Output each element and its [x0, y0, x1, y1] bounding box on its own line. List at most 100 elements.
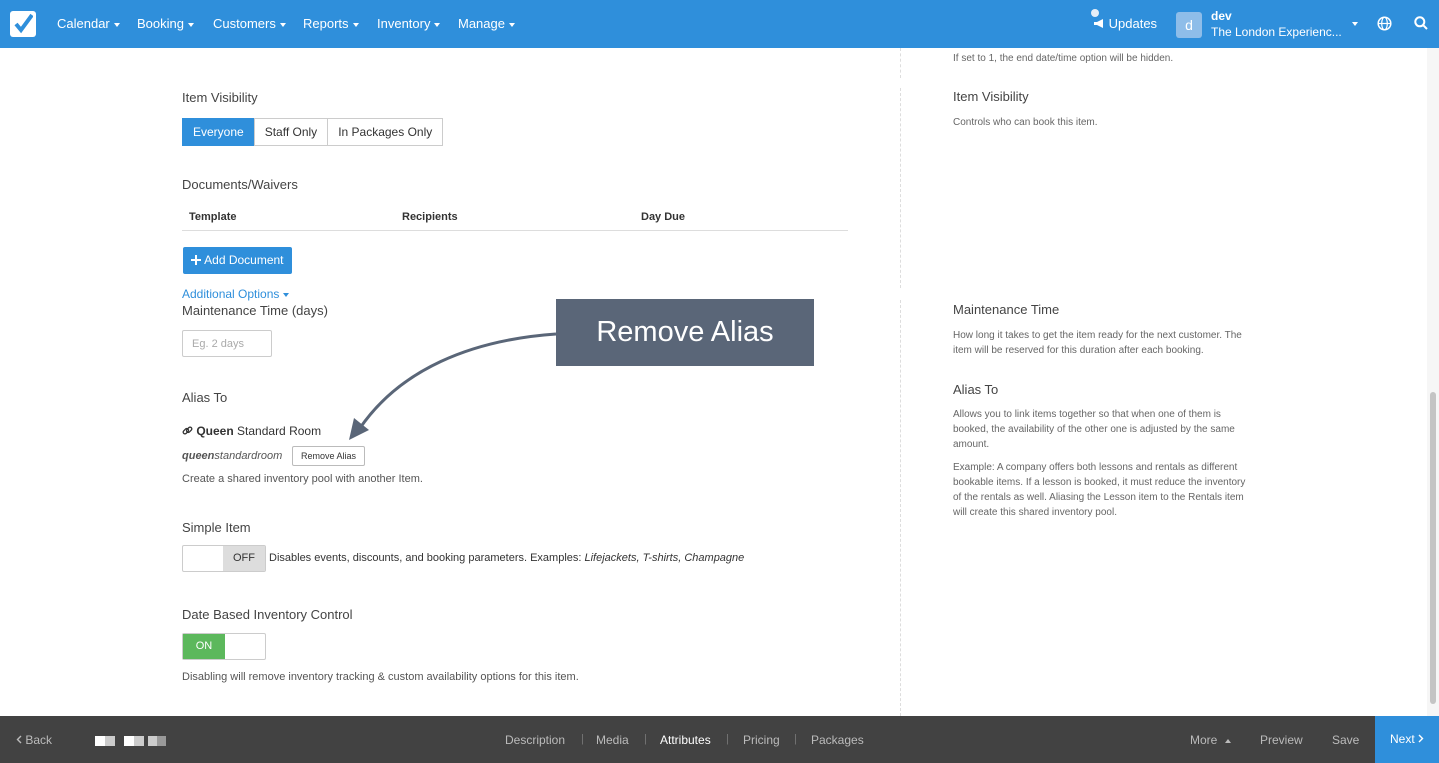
column-header-template: Template — [189, 211, 237, 223]
date-inventory-help: Disabling will remove inventory tracking… — [182, 671, 579, 683]
tab-separator: | — [581, 733, 584, 745]
nav-label: Booking — [137, 16, 184, 31]
alias-linked-item[interactable]: Queen Standard Room — [182, 424, 321, 438]
alias-item-name-rest: Standard Room — [237, 424, 322, 438]
caret-down-icon — [279, 22, 286, 27]
date-inventory-title: Date Based Inventory Control — [182, 607, 353, 622]
checkmark-logo-icon[interactable] — [10, 11, 36, 37]
user-menu-caret-icon[interactable] — [1352, 22, 1358, 26]
megaphone-icon — [1094, 19, 1103, 28]
caret-down-icon — [352, 22, 359, 27]
documents-table-header: Template Recipients Day Due — [182, 205, 848, 231]
more-button[interactable]: More — [1190, 733, 1231, 747]
more-label: More — [1190, 733, 1218, 747]
alias-slug-rest: standardroom — [214, 450, 283, 462]
remove-alias-button[interactable]: Remove Alias — [292, 446, 365, 466]
toggle-off-label: OFF — [223, 546, 265, 571]
visibility-in-packages-only-button[interactable]: In Packages Only — [327, 118, 444, 146]
sidebar-visibility-text: Controls who can book this item. — [953, 117, 1098, 128]
sidebar-maintenance-text: How long it takes to get the item ready … — [953, 330, 1242, 356]
date-inventory-toggle[interactable]: ON — [182, 633, 266, 660]
sidebar-top-note: If set to 1, the end date/time option wi… — [953, 53, 1174, 64]
top-navbar: Calendar Booking Customers Reports Inven… — [0, 0, 1439, 48]
scrollbar-thumb[interactable] — [1430, 392, 1436, 704]
back-button[interactable]: Back — [16, 733, 52, 747]
simple-item-examples: Lifejackets, T-shirts, Champagne — [584, 552, 745, 564]
nav-manage[interactable]: Manage — [458, 16, 515, 31]
nav-booking[interactable]: Booking — [137, 16, 194, 31]
link-icon — [182, 426, 193, 435]
updates-button[interactable]: Updates — [1093, 16, 1157, 31]
preview-button[interactable]: Preview — [1260, 733, 1303, 747]
column-divider — [900, 88, 901, 288]
simple-item-description: Disables events, discounts, and booking … — [269, 552, 744, 564]
search-icon[interactable] — [1414, 16, 1428, 30]
vertical-scrollbar[interactable] — [1427, 48, 1439, 716]
documents-title: Documents/Waivers — [182, 177, 298, 192]
sidebar-alias-example: Example: A company offers both lessons a… — [953, 462, 1246, 518]
plus-icon — [191, 255, 202, 265]
simple-item-desc-text: Disables events, discounts, and booking … — [269, 552, 585, 564]
maintenance-time-input[interactable] — [182, 330, 272, 357]
tab-media[interactable]: Media — [596, 733, 629, 747]
simple-item-toggle[interactable]: OFF — [182, 545, 266, 572]
nav-label: Manage — [458, 16, 505, 31]
bottom-toolbar: Back Description | Media | Attributes | … — [0, 716, 1439, 763]
caret-down-icon — [113, 22, 120, 27]
add-document-button[interactable]: Add Document — [183, 247, 292, 274]
step-progress-indicator — [95, 736, 166, 746]
add-document-label: Add Document — [204, 253, 284, 267]
tab-separator: | — [644, 733, 647, 745]
updates-label: Updates — [1108, 16, 1158, 31]
alias-slug: queenstandardroom — [182, 450, 282, 462]
back-label: Back — [25, 733, 53, 747]
tab-attributes[interactable]: Attributes — [660, 733, 711, 747]
column-header-recipients: Recipients — [402, 211, 458, 223]
nav-label: Inventory — [377, 16, 431, 31]
column-divider — [900, 48, 901, 78]
visibility-staff-only-button[interactable]: Staff Only — [253, 118, 329, 146]
nav-reports[interactable]: Reports — [303, 16, 359, 31]
item-visibility-title: Item Visibility — [182, 90, 258, 105]
maintenance-title: Maintenance Time (days) — [182, 303, 328, 318]
toggle-on-label: ON — [183, 634, 225, 659]
nav-label: Calendar — [57, 16, 110, 31]
avatar[interactable]: d — [1176, 12, 1202, 38]
additional-options-label: Additional Options — [182, 287, 280, 301]
nav-label: Reports — [303, 16, 349, 31]
nav-inventory[interactable]: Inventory — [377, 16, 441, 31]
sidebar-maintenance-title: Maintenance Time — [953, 302, 1060, 317]
column-divider — [900, 300, 901, 716]
user-name[interactable]: dev — [1211, 9, 1232, 23]
sidebar-alias-text: Allows you to link items together so tha… — [953, 409, 1235, 450]
alias-title: Alias To — [182, 390, 228, 405]
visibility-everyone-button[interactable]: Everyone — [182, 118, 255, 146]
user-org[interactable]: The London Experienc... — [1211, 25, 1343, 39]
globe-icon[interactable] — [1377, 16, 1392, 31]
next-button[interactable]: Next — [1375, 716, 1439, 763]
alias-slug-bold: queen — [182, 450, 215, 462]
simple-item-title: Simple Item — [182, 520, 251, 535]
caret-down-icon — [187, 22, 194, 27]
sidebar-alias-title: Alias To — [953, 382, 999, 397]
next-label: Next — [1389, 732, 1415, 746]
tab-separator: | — [726, 733, 729, 745]
chevron-left-icon — [16, 735, 22, 744]
tab-description[interactable]: Description — [505, 733, 565, 747]
item-visibility-selector: Everyone Staff Only In Packages Only — [182, 118, 444, 146]
nav-calendar[interactable]: Calendar — [57, 16, 120, 31]
tab-pricing[interactable]: Pricing — [743, 733, 780, 747]
caret-down-icon — [434, 22, 441, 27]
save-button[interactable]: Save — [1332, 733, 1359, 747]
tab-packages[interactable]: Packages — [811, 733, 864, 747]
chevron-right-icon — [1418, 734, 1424, 743]
alias-help-text: Create a shared inventory pool with anot… — [182, 473, 423, 485]
tab-separator: | — [794, 733, 797, 745]
caret-down-icon — [283, 292, 290, 297]
additional-options-toggle[interactable]: Additional Options — [182, 287, 290, 301]
sidebar-visibility-title: Item Visibility — [953, 89, 1029, 104]
nav-customers[interactable]: Customers — [213, 16, 286, 31]
annotation-callout: Remove Alias — [556, 299, 814, 366]
alias-item-name-bold: Queen — [196, 424, 234, 438]
nav-label: Customers — [213, 16, 276, 31]
